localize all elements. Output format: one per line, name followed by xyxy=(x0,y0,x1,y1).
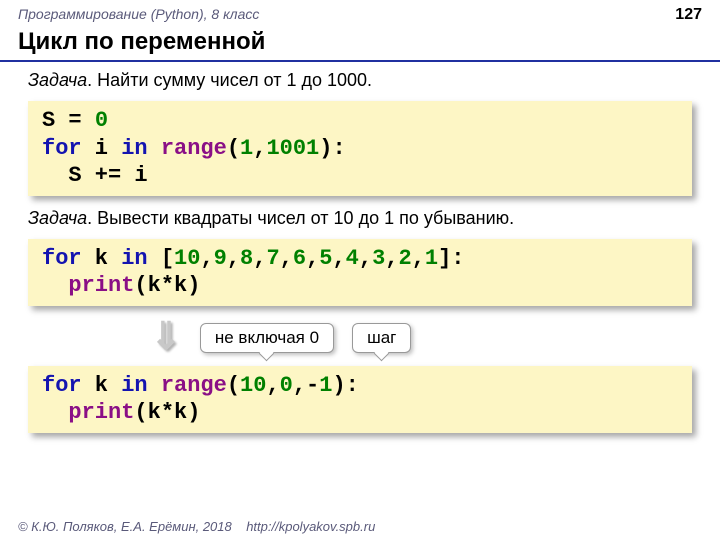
task-2-text: . Вывести квадраты чисел от 10 до 1 по у… xyxy=(87,208,514,228)
task-2-label: Задача xyxy=(28,208,87,228)
code-block-3: for k in range(10,0,-1): print(k*k) xyxy=(28,366,692,433)
page-number: 127 xyxy=(675,6,702,24)
callout-step: шаг xyxy=(352,323,411,353)
task-1-text: . Найти сумму чисел от 1 до 1000. xyxy=(87,70,372,90)
copyright: © К.Ю. Поляков, Е.А. Ерёмин, 2018 xyxy=(18,519,232,534)
footer-url: http://kpolyakov.spb.ru xyxy=(246,519,375,534)
annotation-row: ⇓ не включая 0 шаг xyxy=(150,316,720,360)
slide-footer: © К.Ю. Поляков, Е.А. Ерёмин, 2018 http:/… xyxy=(18,519,375,534)
task-2: Задача. Вывести квадраты чисел от 10 до … xyxy=(0,206,720,235)
code-block-1: S = 0 for i in range(1,1001): S += i xyxy=(28,101,692,196)
slide-title: Цикл по переменной xyxy=(0,26,720,62)
task-1-label: Задача xyxy=(28,70,87,90)
course-name: Программирование (Python), 8 класс xyxy=(18,6,259,24)
callout-exclude-zero: не включая 0 xyxy=(200,323,334,353)
task-1: Задача. Найти сумму чисел от 1 до 1000. xyxy=(0,68,720,97)
down-arrow-icon: ⇓ xyxy=(150,326,182,349)
slide-header: Программирование (Python), 8 класс 127 xyxy=(0,0,720,26)
code-block-2: for k in [10,9,8,7,6,5,4,3,2,1]: print(k… xyxy=(28,239,692,306)
